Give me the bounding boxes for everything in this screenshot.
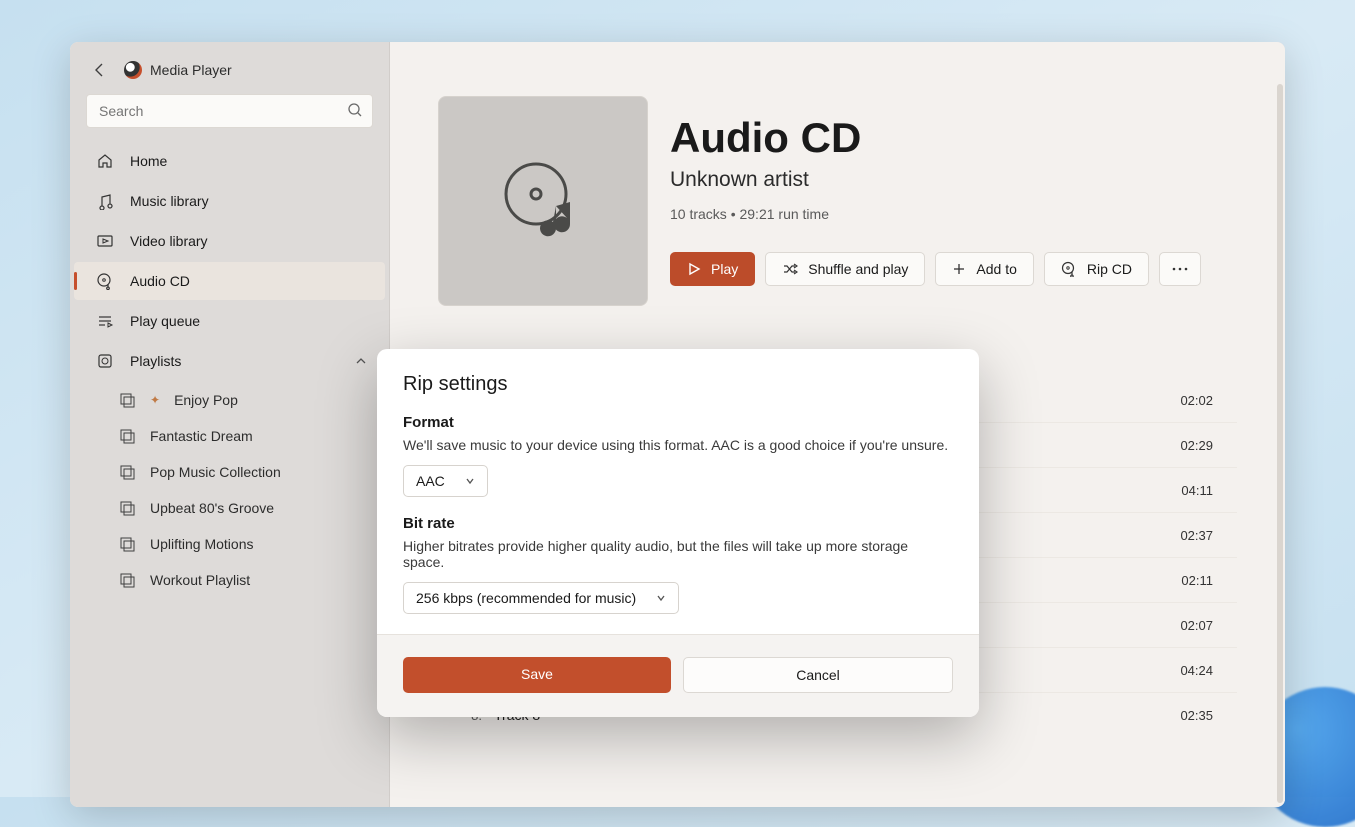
playlist-queue-icon — [118, 391, 136, 409]
album-artist: Unknown artist — [670, 168, 1201, 192]
cancel-button[interactable]: Cancel — [683, 657, 953, 693]
playlist-item[interactable]: Fantastic Dream — [70, 418, 389, 454]
vertical-scrollbar[interactable] — [1277, 84, 1283, 803]
nav-music-library[interactable]: Music library — [74, 182, 385, 220]
app-logo-icon — [124, 61, 142, 79]
format-description: We'll save music to your device using th… — [403, 437, 953, 453]
bitrate-description: Higher bitrates provide higher quality a… — [403, 538, 953, 570]
add-to-button[interactable]: Add to — [935, 252, 1033, 286]
nav-label: Play queue — [130, 313, 200, 329]
playlist-name: Workout Playlist — [150, 572, 250, 588]
button-label: Save — [521, 666, 553, 682]
playlist-name: Upbeat 80's Groove — [150, 500, 274, 516]
track-duration: 04:11 — [1181, 483, 1213, 498]
queue-icon — [96, 312, 114, 330]
nav-label: Audio CD — [130, 273, 190, 289]
track-duration: 02:07 — [1180, 618, 1213, 633]
video-icon — [96, 232, 114, 250]
playlist-item[interactable]: Pop Music Collection — [70, 454, 389, 490]
button-label: Add to — [976, 261, 1016, 277]
playlist-item[interactable]: Workout Playlist — [70, 562, 389, 598]
dialog-title: Rip settings — [403, 373, 953, 396]
album-hero: Audio CD Unknown artist 10 tracks • 29:2… — [438, 96, 1237, 306]
playlist-item[interactable]: ✦ Enjoy Pop — [70, 382, 389, 418]
ellipsis-icon — [1172, 267, 1188, 271]
nav-audio-cd[interactable]: Audio CD — [74, 262, 385, 300]
track-duration: 02:02 — [1180, 393, 1213, 408]
playlist-queue-icon — [118, 463, 136, 481]
save-button[interactable]: Save — [403, 657, 671, 693]
dropdown-value: AAC — [416, 473, 445, 489]
bitrate-dropdown[interactable]: 256 kbps (recommended for music) — [403, 582, 679, 614]
more-button[interactable] — [1159, 252, 1201, 286]
cd-music-icon — [498, 156, 588, 246]
track-duration: 02:29 — [1180, 438, 1213, 453]
shuffle-play-button[interactable]: Shuffle and play — [765, 252, 925, 286]
nav-label: Home — [130, 153, 167, 169]
chevron-up-icon — [355, 355, 367, 367]
back-button[interactable] — [88, 58, 112, 82]
album-meta: 10 tracks • 29:21 run time — [670, 206, 1201, 222]
button-label: Cancel — [796, 667, 840, 683]
button-label: Rip CD — [1087, 261, 1132, 277]
format-dropdown[interactable]: AAC — [403, 465, 488, 497]
cd-icon — [96, 272, 114, 290]
playlist-queue-icon — [118, 571, 136, 589]
album-title: Audio CD — [670, 114, 1201, 162]
button-label: Shuffle and play — [808, 261, 908, 277]
app-title-text: Media Player — [150, 62, 232, 78]
app-title: Media Player — [124, 61, 232, 79]
shuffle-icon — [782, 262, 798, 276]
nav-label: Video library — [130, 233, 208, 249]
cd-icon — [1061, 261, 1077, 277]
album-art-placeholder — [438, 96, 648, 306]
home-icon — [96, 152, 114, 170]
sparkle-icon: ✦ — [150, 393, 160, 407]
playlist-queue-icon — [118, 427, 136, 445]
track-duration: 04:24 — [1180, 663, 1213, 678]
nav-home[interactable]: Home — [74, 142, 385, 180]
nav-video-library[interactable]: Video library — [74, 222, 385, 260]
play-icon — [687, 262, 701, 276]
search-input[interactable] — [86, 94, 373, 128]
bitrate-heading: Bit rate — [403, 515, 953, 532]
plus-icon — [952, 262, 966, 276]
chevron-down-icon — [465, 476, 475, 486]
playlist-item[interactable]: Uplifting Motions — [70, 526, 389, 562]
playlist-queue-icon — [118, 499, 136, 517]
play-button[interactable]: Play — [670, 252, 755, 286]
track-duration: 02:11 — [1181, 573, 1213, 588]
track-duration: 02:37 — [1180, 528, 1213, 543]
nav-list: Home Music library Video library Audio C… — [70, 138, 389, 600]
dropdown-value: 256 kbps (recommended for music) — [416, 590, 636, 606]
rip-cd-button[interactable]: Rip CD — [1044, 252, 1149, 286]
playlist-name: Enjoy Pop — [174, 392, 238, 408]
track-duration: 02:35 — [1180, 708, 1213, 723]
chevron-down-icon — [656, 593, 666, 603]
playlist-name: Fantastic Dream — [150, 428, 253, 444]
playlists-icon — [96, 352, 114, 370]
music-note-icon — [96, 192, 114, 210]
rip-settings-dialog: Rip settings Format We'll save music to … — [377, 349, 979, 717]
nav-play-queue[interactable]: Play queue — [74, 302, 385, 340]
playlist-item[interactable]: Upbeat 80's Groove — [70, 490, 389, 526]
playlist-queue-icon — [118, 535, 136, 553]
sidebar: Media Player Home Music library Video li… — [70, 42, 390, 807]
nav-label: Music library — [130, 193, 209, 209]
search-container — [86, 94, 373, 128]
nav-playlists[interactable]: Playlists — [74, 342, 385, 380]
search-icon[interactable] — [347, 102, 363, 118]
button-label: Play — [711, 261, 738, 277]
playlist-name: Pop Music Collection — [150, 464, 281, 480]
nav-label: Playlists — [130, 353, 181, 369]
playlist-name: Uplifting Motions — [150, 536, 254, 552]
format-heading: Format — [403, 414, 953, 431]
